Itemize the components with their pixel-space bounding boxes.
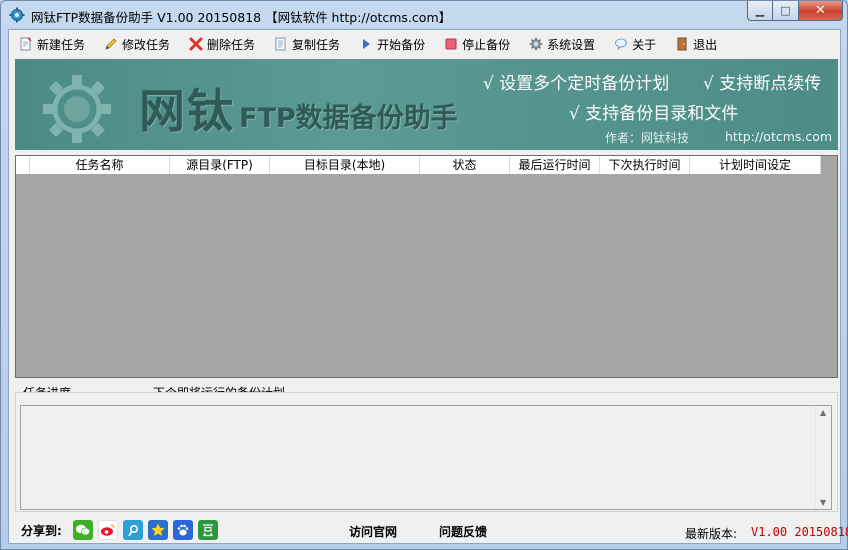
door-exit-icon [675, 37, 689, 51]
stop-backup-button[interactable]: 停止备份 [444, 36, 510, 53]
new-task-button[interactable]: 新建任务 [19, 36, 85, 53]
weibo-icon[interactable] [98, 520, 118, 540]
maximize-icon: □ [780, 4, 791, 17]
copy-document-icon [274, 37, 288, 51]
start-backup-label: 开始备份 [377, 37, 426, 52]
tencent-weibo-icon[interactable] [123, 520, 143, 540]
exit-button[interactable]: 退出 [675, 36, 717, 53]
vertical-scrollbar[interactable]: ▲ ▼ [815, 406, 831, 509]
banner-feature-files: √ 支持备份目录和文件 [569, 104, 739, 124]
toolbar: 新建任务 修改任务 删除任务 复制任务 开始备份 停止备份 系统设置 关于 退出 [9, 30, 840, 58]
stop-icon [444, 37, 458, 51]
play-icon [359, 37, 373, 51]
copy-task-label: 复制任务 [292, 37, 341, 52]
banner-title: 网钛 FTP数据备份助手 [139, 75, 458, 141]
caption-buttons: ▁ □ ✕ [747, 1, 843, 21]
banner-feature-resume: √ 支持断点续传 [703, 74, 822, 94]
column-header-status[interactable]: 状态 [420, 156, 510, 174]
window-title: 网钛FTP数据备份助手 V1.00 20150818 【网钛软件 http://… [31, 10, 452, 25]
banner-author: 作者：网钛科技 [605, 131, 690, 145]
banner-title-sub: FTP数据备份助手 [239, 103, 458, 134]
delete-task-button[interactable]: 删除任务 [189, 36, 255, 53]
minimize-icon: ▁ [755, 4, 765, 17]
latest-version-label: 最新版本: [685, 527, 738, 541]
column-header-source-dir[interactable]: 源目录(FTP) [170, 156, 270, 174]
banner-feature-schedule: √ 设置多个定时备份计划 [483, 74, 670, 94]
column-header-task-name[interactable]: 任务名称 [30, 156, 170, 174]
new-task-icon [19, 37, 33, 51]
banner-url[interactable]: http://otcms.com [725, 129, 832, 144]
close-icon: ✕ [815, 3, 826, 18]
close-button[interactable]: ✕ [799, 1, 843, 21]
start-backup-button[interactable]: 开始备份 [359, 36, 425, 53]
share-icons [73, 520, 223, 540]
pencil-icon [104, 37, 118, 51]
latest-version-value: V1.00 20150818 [751, 525, 848, 539]
stop-backup-label: 停止备份 [462, 37, 511, 52]
app-gear-icon [9, 7, 25, 23]
column-header-next-run[interactable]: 下次执行时间 [600, 156, 690, 174]
banner: 网钛 FTP数据备份助手 √ 设置多个定时备份计划 √ 支持断点续传 √ 支持备份… [15, 59, 838, 150]
column-header-schedule[interactable]: 计划时间设定 [690, 156, 821, 174]
system-settings-button[interactable]: 系统设置 [529, 36, 595, 53]
task-list[interactable]: 任务名称 源目录(FTP) 目标目录(本地) 状态 最后运行时间 下次执行时间 … [15, 155, 838, 378]
client-area: 新建任务 修改任务 删除任务 复制任务 开始备份 停止备份 系统设置 关于 退出… [8, 29, 848, 544]
minimize-button[interactable]: ▁ [747, 1, 773, 21]
status-bar: 分享到: 访问官网 问题反馈 最新版本: V1.00 20150818 [9, 518, 848, 544]
system-settings-label: 系统设置 [547, 37, 596, 52]
scroll-up-icon[interactable]: ▲ [820, 408, 826, 417]
about-label: 关于 [632, 37, 657, 52]
app-window: 网钛FTP数据备份助手 V1.00 20150818 【网钛软件 http://… [0, 0, 848, 550]
copy-task-button[interactable]: 复制任务 [274, 36, 340, 53]
wechat-icon[interactable] [73, 520, 93, 540]
douban-icon[interactable] [198, 520, 218, 540]
delete-task-label: 删除任务 [207, 37, 256, 52]
new-task-label: 新建任务 [37, 37, 86, 52]
exit-label: 退出 [693, 37, 718, 52]
scroll-down-icon[interactable]: ▼ [820, 498, 826, 507]
chat-bubble-icon [614, 37, 628, 51]
about-button[interactable]: 关于 [614, 36, 656, 53]
maximize-button[interactable]: □ [773, 1, 799, 21]
title-bar[interactable]: 网钛FTP数据备份助手 V1.00 20150818 【网钛软件 http://… [1, 1, 847, 29]
visit-site-link[interactable]: 访问官网 [349, 523, 397, 540]
column-header-target-dir[interactable]: 目标目录(本地) [270, 156, 420, 174]
qzone-star-icon[interactable] [148, 520, 168, 540]
red-x-icon [189, 37, 203, 51]
edit-task-label: 修改任务 [122, 37, 171, 52]
progress-log-textarea[interactable]: ▲ ▼ [20, 405, 832, 510]
share-label: 分享到: [21, 524, 62, 538]
column-header-blank [16, 156, 30, 174]
edit-task-button[interactable]: 修改任务 [104, 36, 170, 53]
banner-gear-icon [43, 75, 111, 143]
feedback-link[interactable]: 问题反馈 [439, 523, 487, 540]
banner-title-main: 网钛 [139, 84, 235, 138]
baidu-paw-icon[interactable] [173, 520, 193, 540]
lower-panel: ▲ ▼ [15, 392, 838, 512]
column-header-last-run[interactable]: 最后运行时间 [510, 156, 600, 174]
gear-icon [529, 37, 543, 51]
task-list-header: 任务名称 源目录(FTP) 目标目录(本地) 状态 最后运行时间 下次执行时间 … [16, 156, 821, 174]
